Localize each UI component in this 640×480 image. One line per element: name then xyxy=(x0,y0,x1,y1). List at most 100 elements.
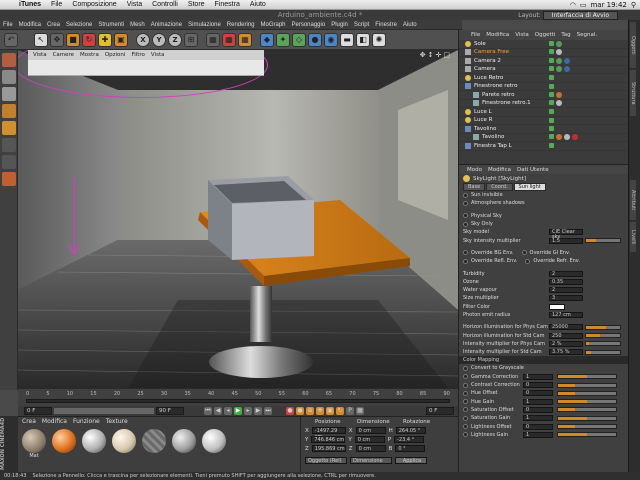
render-settings-icon[interactable]: ▦ xyxy=(238,32,252,47)
value-field[interactable]: 250 xyxy=(549,332,583,339)
visibility-check[interactable] xyxy=(549,66,554,72)
deformer-icon[interactable]: ◉ xyxy=(324,32,338,47)
position-y-field[interactable]: 746.846 cm xyxy=(311,436,346,443)
checkbox[interactable] xyxy=(463,390,468,396)
attr-menu-dati-utente[interactable]: Dati Utente xyxy=(517,167,549,173)
object-row[interactable]: Tavolino xyxy=(459,134,628,142)
mat-menu-crea[interactable]: Crea xyxy=(22,418,36,425)
vp-move-icon[interactable]: ✥ xyxy=(420,51,426,59)
value-field[interactable]: 2 xyxy=(549,270,583,277)
tab-base[interactable]: Base xyxy=(463,183,486,191)
rotation-key-icon[interactable]: ↻ xyxy=(336,407,344,415)
mat-menu-texture[interactable]: Texture xyxy=(106,418,128,425)
vp-zoom-icon[interactable]: ✛ xyxy=(436,51,442,59)
value-field[interactable]: 127 cm xyxy=(549,312,583,318)
tag-icon[interactable] xyxy=(556,66,562,73)
rotate-tool-icon[interactable]: ↻ xyxy=(82,32,96,47)
value-slider[interactable] xyxy=(557,382,617,388)
visibility-check[interactable] xyxy=(549,57,554,63)
render-view-icon[interactable]: ▦ xyxy=(206,32,220,47)
mac-menu-store[interactable]: Store xyxy=(183,1,210,8)
tag-icon[interactable] xyxy=(556,49,562,56)
object-row[interactable]: Luce R xyxy=(459,117,628,125)
value-field[interactable]: 3.75 % xyxy=(549,349,583,356)
value-slider[interactable] xyxy=(585,333,621,339)
value-slider[interactable] xyxy=(557,424,617,430)
value-field[interactable]: 25000 xyxy=(549,324,583,331)
end-frame-field[interactable]: 90 F xyxy=(156,407,184,415)
pla-key-icon[interactable]: ▦ xyxy=(356,407,364,415)
position-x-field[interactable]: -1497.29 cm xyxy=(311,427,346,440)
camera-icon[interactable]: ◧ xyxy=(356,32,370,47)
wifi-icon[interactable]: ◠ xyxy=(570,1,576,9)
object-row[interactable]: Luce L xyxy=(459,108,628,117)
menu-aiuto[interactable]: Aiuto xyxy=(400,22,420,28)
obj-menu-oggetti[interactable]: Oggetti xyxy=(535,32,556,38)
checkbox[interactable] xyxy=(521,250,527,256)
app-menu[interactable]: iTunes xyxy=(14,1,46,8)
menu-rendering[interactable]: Rendering xyxy=(224,22,258,28)
attr-menu-modo[interactable]: Modo xyxy=(467,167,482,173)
checkbox[interactable] xyxy=(463,432,468,438)
apple-icon[interactable] xyxy=(4,1,12,9)
material-slot[interactable] xyxy=(172,429,196,459)
value-field[interactable]: 1 xyxy=(523,431,553,438)
menu-modifica[interactable]: Modifica xyxy=(16,22,44,28)
floor-icon[interactable]: ▬ xyxy=(340,32,354,47)
value-slider[interactable] xyxy=(585,238,621,244)
tag-icon[interactable] xyxy=(556,40,562,47)
visibility-check[interactable] xyxy=(549,134,554,140)
obj-menu-modifica[interactable]: Modifica xyxy=(486,32,509,38)
tab-oggetti[interactable]: Oggetti xyxy=(630,22,636,68)
mac-menu-vista[interactable]: Vista xyxy=(122,1,147,8)
value-slider[interactable] xyxy=(557,390,617,396)
material-slot[interactable] xyxy=(82,429,106,459)
checkbox[interactable] xyxy=(463,424,468,430)
value-field[interactable]: 2 % xyxy=(549,340,583,347)
value-field[interactable]: 0 xyxy=(523,406,553,413)
polygons-mode-icon[interactable] xyxy=(2,155,16,169)
menu-script[interactable]: Script xyxy=(351,22,372,28)
menu-crea[interactable]: Crea xyxy=(44,22,63,28)
next-key-icon[interactable]: ▶ xyxy=(254,407,262,415)
size-z-field[interactable]: 0 cm xyxy=(355,445,386,452)
param-key-icon[interactable]: P xyxy=(346,407,354,415)
checkbox[interactable] xyxy=(463,399,468,405)
tag-icon[interactable] xyxy=(556,57,562,64)
object-mode-icon[interactable] xyxy=(2,87,16,101)
coord-mode-select[interactable]: Oggetto (Rel) xyxy=(305,457,347,464)
apply-button[interactable]: Applica xyxy=(395,457,427,464)
value-field[interactable]: 0 xyxy=(523,423,553,430)
material-slot[interactable] xyxy=(52,429,76,459)
start-frame-field[interactable]: 0 F xyxy=(24,407,52,415)
vp-menu-vista[interactable]: Vista xyxy=(33,52,47,58)
3d-viewport[interactable]: Vista Camere Mostra Opzioni Filtro Vista… xyxy=(18,50,458,388)
tag-icon[interactable] xyxy=(556,91,562,98)
visibility-check[interactable] xyxy=(549,75,554,81)
tag-icon[interactable] xyxy=(564,134,570,141)
attr-menu-modifica[interactable]: Modifica xyxy=(488,167,511,173)
range-slider[interactable] xyxy=(54,408,154,414)
checkbox[interactable] xyxy=(463,250,468,256)
current-frame-field[interactable]: 0 F xyxy=(426,407,454,415)
object-row[interactable]: Finestrone retro.1 xyxy=(459,100,628,108)
checkbox[interactable] xyxy=(463,407,468,413)
value-slider[interactable] xyxy=(557,415,617,421)
tag-icon[interactable] xyxy=(556,100,562,107)
rotation-p-field[interactable]: -23.4 ° xyxy=(394,436,425,443)
value-field[interactable]: 1 xyxy=(523,373,553,380)
color-mapping-section[interactable]: Color Mapping xyxy=(459,356,628,365)
z-axis-lock-icon[interactable]: Z xyxy=(168,32,182,47)
value-field[interactable]: 0.35 xyxy=(549,278,583,285)
material-slot[interactable] xyxy=(112,429,136,459)
checkbox[interactable] xyxy=(463,365,468,371)
move-tool-icon[interactable]: ✥ xyxy=(50,32,64,47)
value-slider[interactable] xyxy=(585,349,621,355)
play-icon[interactable]: ▶ xyxy=(234,407,242,415)
visibility-check[interactable] xyxy=(549,109,554,115)
vp-rotate-icon[interactable]: ↕ xyxy=(428,51,434,59)
object-row[interactable]: Camera xyxy=(459,66,628,74)
visibility-check[interactable] xyxy=(549,91,554,97)
x-axis-lock-icon[interactable]: X xyxy=(136,32,150,47)
checkbox[interactable] xyxy=(463,382,468,388)
